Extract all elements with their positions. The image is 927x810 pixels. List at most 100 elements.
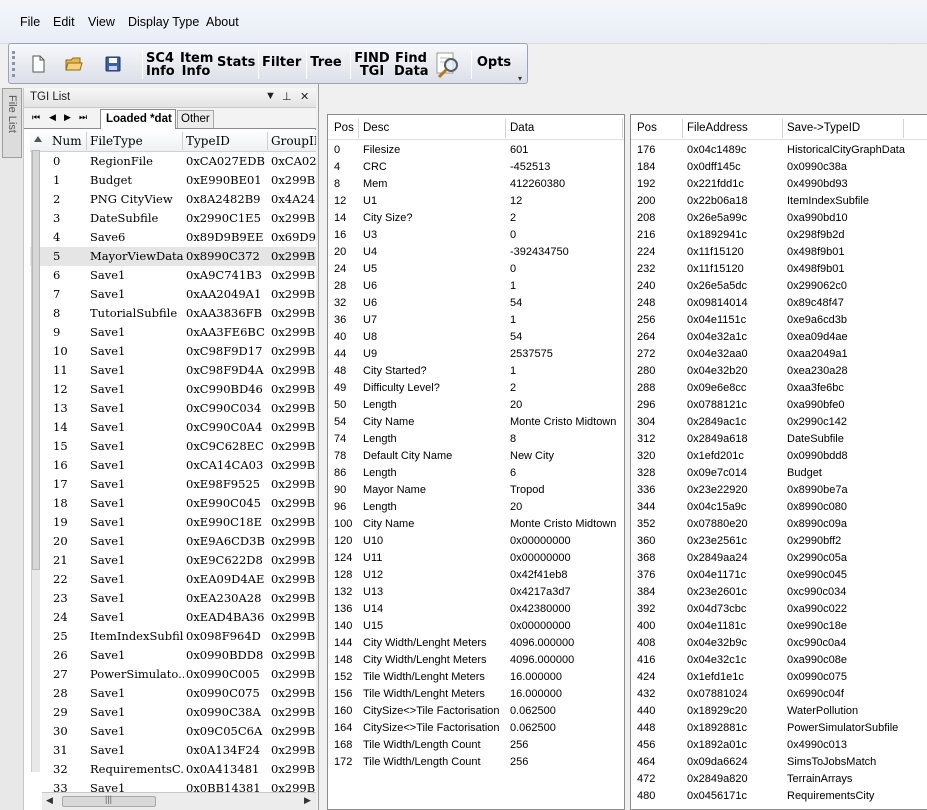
table-row[interactable]: 23 Save1 0xEA230A28 0x299B2 xyxy=(30,589,316,608)
table-row[interactable]: 416 0x04e32c1c 0xa990c08e xyxy=(631,652,927,669)
col-groupid[interactable]: GroupII xyxy=(271,134,316,148)
table-row[interactable]: 17 Save1 0xE98F9525 0x299B2 xyxy=(30,475,316,494)
menu-about[interactable]: About xyxy=(206,15,239,29)
table-row[interactable]: 20 U4 -392434750 xyxy=(328,244,624,261)
table-row[interactable]: 328 0x09e7c014 Budget xyxy=(631,465,927,482)
dropdown-arrow-icon[interactable]: ▼ xyxy=(265,90,276,102)
table-row[interactable]: 408 0x04e32b9c 0xc990c0a4 xyxy=(631,635,927,652)
table-row[interactable]: 156 Tile Width/Lenght Meters 16.000000 xyxy=(328,686,624,703)
scrollbar-thumb[interactable] xyxy=(32,150,40,570)
vertical-scrollbar[interactable] xyxy=(31,150,40,772)
table-row[interactable]: 14 City Size? 2 xyxy=(328,210,624,227)
table-row[interactable]: 376 0x04e1171c 0xe990c045 xyxy=(631,567,927,584)
table-row[interactable]: 360 0x23e2561c 0x2990bff2 xyxy=(631,533,927,550)
table-row[interactable]: 264 0x04e32a1c 0xea09d4ae xyxy=(631,329,927,346)
table-row[interactable]: 152 Tile Width/Lenght Meters 16.000000 xyxy=(328,669,624,686)
table-row[interactable]: 4 CRC -452513 xyxy=(328,159,624,176)
scroll-left-icon[interactable]: ◀ xyxy=(46,795,53,806)
table-row[interactable]: 24 Save1 0xEAD4BA36 0x299B2 xyxy=(30,608,316,627)
tree-button[interactable]: Tree xyxy=(310,56,342,69)
table-row[interactable]: 0 Filesize 601 xyxy=(328,142,624,159)
table-row[interactable]: 280 0x04e32b20 0xea230a28 xyxy=(631,363,927,380)
find-tgi-button[interactable]: FIND TGI xyxy=(354,52,390,78)
table-row[interactable]: 25 ItemIndexSubfile0x098F964D 0x299B2 xyxy=(30,627,316,646)
table-row[interactable]: 50 Length 20 xyxy=(328,397,624,414)
opts-button[interactable]: Opts xyxy=(475,56,513,69)
table-row[interactable]: 33 Save1 0x0BB14381 0x299B2 xyxy=(30,779,316,792)
menu-display-type[interactable]: Display Type xyxy=(128,15,199,29)
table-row[interactable]: 29 Save1 0x0990C38A 0x299B2 xyxy=(30,703,316,722)
table-row[interactable]: 480 0x0456171c RequirementsCity xyxy=(631,788,927,805)
find-data-button[interactable]: Find Data xyxy=(394,52,429,78)
table-row[interactable]: 12 U1 12 xyxy=(328,193,624,210)
table-row[interactable]: 49 Difficulty Level? 2 xyxy=(328,380,624,397)
new-file-icon[interactable] xyxy=(29,55,47,73)
col-typeid[interactable]: TypeID xyxy=(186,134,230,148)
table-row[interactable]: 4 Save6 0x89D9B9EE 0x69D9 xyxy=(30,228,316,247)
table-row[interactable]: 140 U15 0x00000000 xyxy=(328,618,624,635)
table-row[interactable]: 28 Save1 0x0990C075 0x299B2 xyxy=(30,684,316,703)
table-row[interactable]: 368 0x2849aa24 0x2990c05a xyxy=(631,550,927,567)
table-row[interactable]: 400 0x04e1181c 0xe990c18e xyxy=(631,618,927,635)
table-row[interactable]: 472 0x2849a820 TerrainArrays xyxy=(631,771,927,788)
table-row[interactable]: 10 Save1 0xC98F9D17 0x299B2 xyxy=(30,342,316,361)
scrollbar-thumb[interactable]: ||| xyxy=(62,794,156,807)
col-filetype[interactable]: FileType xyxy=(90,134,143,148)
magnifier-icon[interactable] xyxy=(433,50,463,80)
col-data[interactable]: Data xyxy=(510,122,534,134)
tab-loaded-dat[interactable]: Loaded *dat xyxy=(100,109,176,129)
table-row[interactable]: 90 Mayor Name Tropod xyxy=(328,482,624,499)
table-row[interactable]: 8 TutorialSubfile 0xAA3836FB 0x299B2 xyxy=(30,304,316,323)
table-row[interactable]: 184 0x0dff145c 0x0990c38a xyxy=(631,159,927,176)
table-row[interactable]: 132 U13 0x4217a3d7 xyxy=(328,584,624,601)
table-row[interactable]: 200 0x22b06a18 ItemIndexSubfile xyxy=(631,193,927,210)
table-row[interactable]: 5 MayorViewData0x8990C372 0x299B2 xyxy=(30,247,316,266)
col-file-address[interactable]: FileAddress xyxy=(687,122,748,134)
table-row[interactable]: 240 0x26e5a5dc 0x299062c0 xyxy=(631,278,927,295)
table-row[interactable]: 456 0x1892a01c 0x4990c013 xyxy=(631,737,927,754)
table-row[interactable]: 320 0x1efd201c 0x0990bdd8 xyxy=(631,448,927,465)
table-row[interactable]: 144 City Width/Lenght Meters 4096.000000 xyxy=(328,635,624,652)
table-row[interactable]: 248 0x09814014 0x89c48f47 xyxy=(631,295,927,312)
col-pos[interactable]: Pos xyxy=(637,122,657,134)
table-row[interactable]: 20 Save1 0xE9A6CD3B 0x299B2 xyxy=(30,532,316,551)
save-disk-icon[interactable] xyxy=(104,55,122,73)
table-row[interactable]: 136 U14 0x42380000 xyxy=(328,601,624,618)
open-folder-icon[interactable] xyxy=(65,55,83,73)
first-tab-icon[interactable]: ⏮ xyxy=(32,112,40,123)
table-row[interactable]: 3 DateSubfile 0x2990C1E5 0x299B2 xyxy=(30,209,316,228)
file-list-tab[interactable]: File List xyxy=(2,88,22,158)
pin-icon[interactable]: ⊥ xyxy=(282,90,292,103)
table-row[interactable]: 28 U6 1 xyxy=(328,278,624,295)
table-row[interactable]: 31 Save1 0x0A134F24 0x299B2 xyxy=(30,741,316,760)
table-row[interactable]: 27 PowerSimulato...0x0990C005 0x299B2 xyxy=(30,665,316,684)
table-row[interactable]: 32 RequirementsC...0x0A413481 0x299B2 xyxy=(30,760,316,779)
menu-view[interactable]: View xyxy=(88,15,115,29)
table-row[interactable]: 7 Save1 0xAA2049A1 0x299B2 xyxy=(30,285,316,304)
table-row[interactable]: 24 U5 0 xyxy=(328,261,624,278)
table-row[interactable]: 384 0x23e2601c 0xc990c034 xyxy=(631,584,927,601)
tab-other[interactable]: Other xyxy=(177,110,214,128)
table-row[interactable]: 19 Save1 0xE990C18E 0x299B2 xyxy=(30,513,316,532)
table-row[interactable]: 312 0x2849a618 DateSubfile xyxy=(631,431,927,448)
menu-edit[interactable]: Edit xyxy=(53,15,75,29)
table-row[interactable]: 128 U12 0x42f41eb8 xyxy=(328,567,624,584)
table-row[interactable]: 124 U11 0x00000000 xyxy=(328,550,624,567)
table-row[interactable]: 288 0x09e6e8cc 0xaa3fe6bc xyxy=(631,380,927,397)
table-row[interactable]: 26 Save1 0x0990BDD8 0x299B2 xyxy=(30,646,316,665)
toolbar-overflow-icon[interactable]: ▾ xyxy=(518,74,522,83)
table-row[interactable]: 296 0x0788121c 0xa990bfe0 xyxy=(631,397,927,414)
table-row[interactable]: 272 0x04e32aa0 0xaa2049a1 xyxy=(631,346,927,363)
table-row[interactable]: 21 Save1 0xE9C622D8 0x299B2 xyxy=(30,551,316,570)
table-row[interactable]: 464 0x09da6624 SimsToJobsMatch xyxy=(631,754,927,771)
table-row[interactable]: 232 0x11f15120 0x498f9b01 xyxy=(631,261,927,278)
table-row[interactable]: 304 0x2849ac1c 0x2990c142 xyxy=(631,414,927,431)
table-row[interactable]: 54 City Name Monte Cristo Midtown xyxy=(328,414,624,431)
scroll-right-icon[interactable]: ▶ xyxy=(304,795,311,806)
table-row[interactable]: 22 Save1 0xEA09D4AE 0x299B2 xyxy=(30,570,316,589)
col-pos[interactable]: Pos xyxy=(334,122,354,134)
table-row[interactable]: 13 Save1 0xC990C034 0x299B2 xyxy=(30,399,316,418)
toolbar-grip[interactable] xyxy=(12,51,15,77)
table-row[interactable]: 172 Tile Width/Length Count 256 xyxy=(328,754,624,771)
table-row[interactable]: 14 Save1 0xC990C0A4 0x299B2 xyxy=(30,418,316,437)
